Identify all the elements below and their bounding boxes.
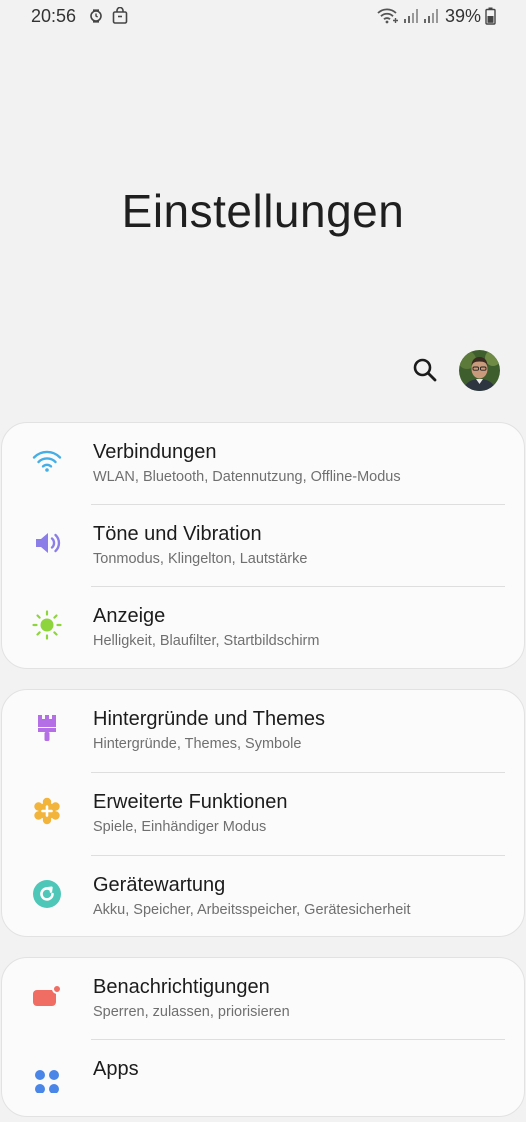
settings-item-title: Hintergründe und Themes (93, 708, 325, 730)
settings-item-subtitle: Akku, Speicher, Arbeitsspeicher, Gerätes… (93, 902, 411, 918)
settings-group-1: Verbindungen WLAN, Bluetooth, Datennutzu… (1, 422, 525, 669)
settings-item-hintergruende-und-themes[interactable]: Hintergründe und Themes Hintergründe, Th… (2, 690, 524, 772)
battery-percent: 39% (444, 5, 481, 26)
settings-item-erweiterte-funktionen[interactable]: Erweiterte Funktionen Spiele, Einhändige… (2, 773, 524, 855)
avatar-image (459, 350, 500, 391)
notification-icon (32, 981, 62, 1011)
settings-item-subtitle: Sperren, zulassen, priorisieren (93, 1004, 290, 1020)
signal-icon (403, 7, 419, 25)
settings-item-subtitle: Spiele, Einhändiger Modus (93, 819, 267, 835)
paintbrush-icon (32, 713, 62, 743)
refresh-circle-icon (32, 879, 62, 909)
profile-avatar[interactable] (459, 350, 500, 391)
settings-item-title: Verbindungen (93, 441, 217, 463)
settings-group-2: Hintergründe und Themes Hintergründe, Th… (1, 689, 525, 937)
settings-item-title: Benachrichtigungen (93, 976, 270, 998)
search-icon (412, 357, 438, 383)
settings-item-subtitle: WLAN, Bluetooth, Datennutzung, Offline-M… (93, 469, 401, 485)
settings-item-title: Anzeige (93, 605, 166, 627)
speaker-icon (32, 528, 62, 558)
page-title: Einstellungen (121, 185, 405, 237)
settings-item-verbindungen[interactable]: Verbindungen WLAN, Bluetooth, Datennutzu… (2, 423, 524, 505)
settings-item-subtitle: Hintergründe, Themes, Symbole (93, 736, 302, 752)
bag-icon (112, 7, 128, 25)
settings-item-title: Gerätewartung (93, 874, 226, 896)
settings-item-title: Töne und Vibration (93, 523, 262, 545)
gear-plus-icon (32, 796, 62, 826)
status-left-icons (88, 6, 128, 26)
settings-item-geraetewartung[interactable]: Gerätewartung Akku, Speicher, Arbeitsspe… (2, 856, 524, 938)
settings-item-subtitle: Tonmodus, Klingelton, Lautstärke (93, 551, 308, 567)
battery-icon (485, 7, 496, 25)
settings-item-title: Erweiterte Funktionen (93, 791, 288, 813)
alarm-clock-icon (88, 7, 104, 25)
wifi-plus-icon (377, 7, 399, 25)
settings-item-toene-und-vibration[interactable]: Töne und Vibration Tonmodus, Klingelton,… (2, 505, 524, 587)
status-time: 20:56 (31, 6, 77, 26)
settings-item-subtitle: Helligkeit, Blaufilter, Startbildschirm (93, 633, 320, 649)
settings-group-3: Benachrichtigungen Sperren, zulassen, pr… (1, 957, 525, 1117)
status-right-icons: 39% (377, 5, 496, 27)
wifi-icon (32, 446, 62, 476)
apps-dots-icon (32, 1063, 62, 1093)
settings-item-benachrichtigungen[interactable]: Benachrichtigungen Sperren, zulassen, pr… (2, 958, 524, 1040)
status-bar: 20:56 39% (0, 0, 526, 32)
settings-item-title: Apps (93, 1058, 139, 1080)
search-button[interactable] (410, 355, 440, 385)
settings-item-apps[interactable]: Apps (2, 1040, 524, 1122)
settings-item-anzeige[interactable]: Anzeige Helligkeit, Blaufilter, Startbil… (2, 587, 524, 669)
sun-icon (32, 610, 62, 640)
signal-icon (423, 7, 439, 25)
